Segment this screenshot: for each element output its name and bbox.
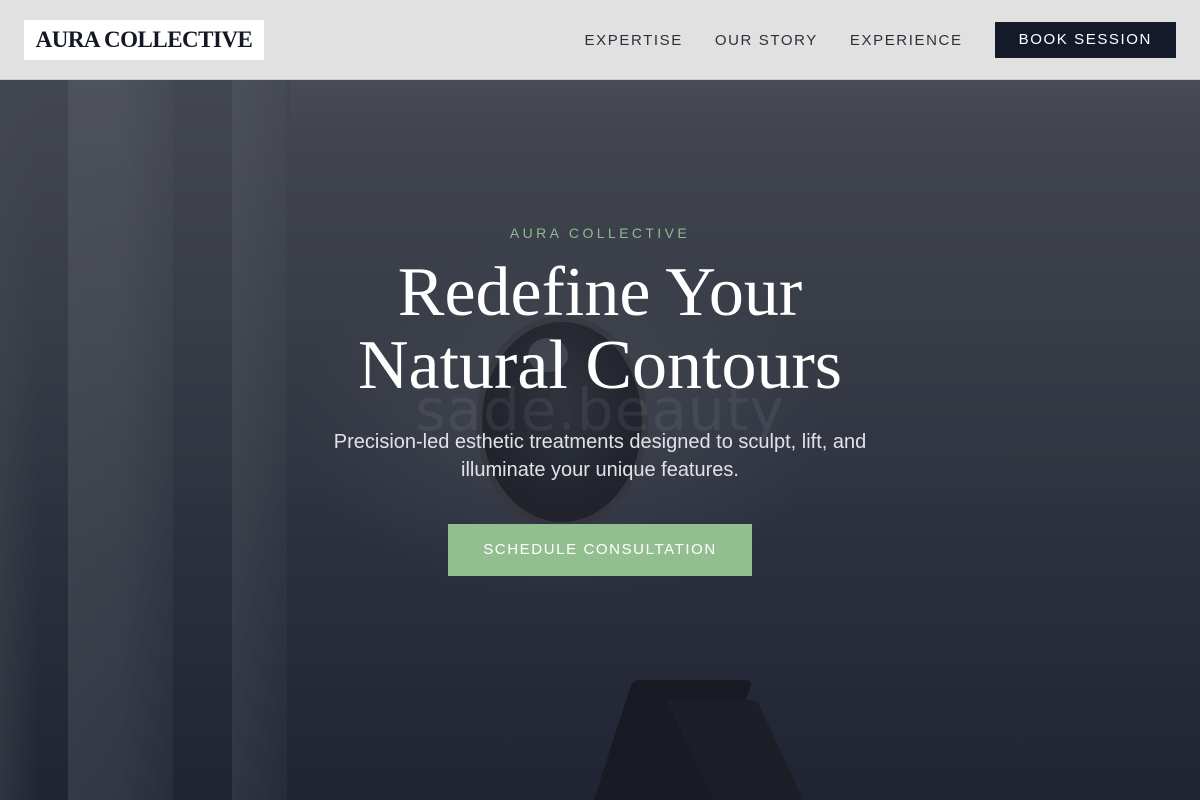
nav-link-experience[interactable]: EXPERIENCE [850,32,963,49]
hero-headline-line: Redefine Your [397,254,803,331]
hero-headline-line: Natural Contours [357,327,843,404]
top-navbar: AURA COLLECTIVE EXPERTISE OUR STORY EXPE… [0,0,1200,80]
hero-subtext-line: illuminate your unique features. [461,459,739,481]
nav-link-expertise[interactable]: EXPERTISE [585,32,683,49]
hero-subtext-line: Precision-led esthetic treatments design… [333,431,867,453]
hero-eyebrow: AURA COLLECTIVE [509,225,691,241]
book-session-button[interactable]: BOOK SESSION [994,22,1176,58]
schedule-consultation-button[interactable]: SCHEDULE CONSULTATION [448,524,752,576]
nav-link-our-story[interactable]: OUR STORY [715,32,818,49]
hero-headline: Redefine Your Natural Contours [0,256,1200,402]
brand-logo[interactable]: AURA COLLECTIVE [24,20,264,60]
hero-subtext: Precision-led esthetic treatments design… [280,428,920,484]
hero-content: AURA COLLECTIVE Redefine Your Natural Co… [0,220,1200,576]
main-nav: EXPERTISE OUR STORY EXPERIENCE BOOK SESS… [585,22,1176,58]
